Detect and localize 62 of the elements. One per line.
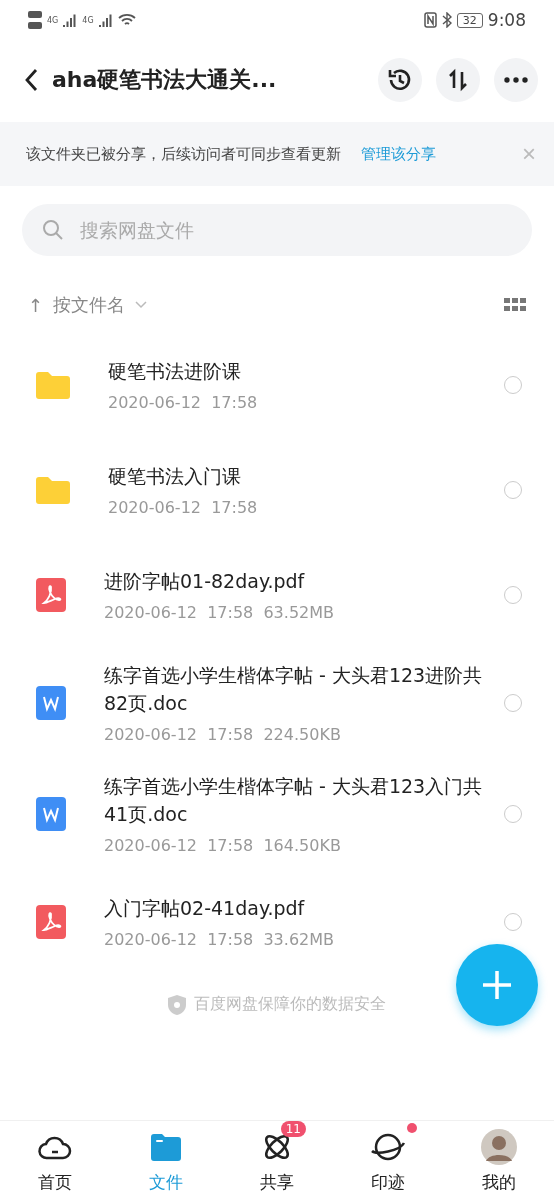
file-meta: 2020-06-12 17:58 224.50KB [104, 725, 342, 744]
signal-icon [63, 13, 78, 27]
grid-view-icon[interactable] [504, 298, 526, 312]
file-meta: 2020-06-12 17:58 33.62MB [104, 930, 336, 949]
history-icon [387, 67, 413, 93]
wifi-icon [117, 13, 136, 27]
file-meta: 2020-06-12 17:58 [108, 393, 259, 412]
folder-icon [36, 370, 70, 399]
share-notice-text: 该文件夹已被分享，后续访问者可同步查看更新 [26, 144, 341, 164]
file-meta: 2020-06-12 17:58 164.50KB [104, 836, 342, 855]
folder-icon [36, 475, 70, 504]
cloud-icon [38, 1134, 73, 1160]
shield-icon [168, 994, 186, 1015]
atom-icon [262, 1132, 292, 1162]
file-row[interactable]: 进阶字帖01-82day.pdf 2020-06-12 17:58 63.52MB [0, 546, 554, 651]
signal-icon [98, 13, 113, 27]
word-document-icon [36, 685, 66, 720]
sim-icon [28, 10, 42, 30]
file-name: 入门字帖02-41day.pdf [104, 896, 306, 921]
back-icon[interactable] [24, 68, 38, 92]
file-meta: 2020-06-12 17:58 [108, 498, 259, 517]
network-type: 4G [47, 15, 59, 25]
network-type: 4G [82, 15, 94, 25]
file-row[interactable]: 练字首选小学生楷体字帖 - 大头君123进阶共82页.doc 2020-06-12 17:58 224.50KB [0, 651, 554, 762]
word-document-icon [36, 796, 66, 831]
nav-tab[interactable]: 我的 [443, 1121, 554, 1200]
security-note: 百度网盘保障你的数据安全 [194, 994, 386, 1015]
file-name: 练字首选小学生楷体字帖 - 大头君123入门共41页.doc [104, 774, 484, 827]
nav-tab[interactable]: 首页 [0, 1121, 111, 1200]
bluetooth-icon [441, 12, 452, 28]
nav-tab[interactable]: 11 共享 [221, 1121, 333, 1200]
nfc-icon [423, 12, 437, 28]
more-button[interactable] [494, 58, 538, 102]
file-row[interactable]: 练字首选小学生楷体字帖 - 大头君123入门共41页.doc 2020-06-12 17:58 164.50KB [0, 762, 554, 873]
add-button[interactable] [456, 944, 538, 1026]
file-meta: 2020-06-12 17:58 63.52MB [104, 603, 336, 622]
folder-title: aha硬笔书法大通关... [52, 66, 278, 94]
file-name: 硬笔书法入门课 [108, 464, 242, 489]
search-icon [42, 219, 64, 241]
avatar [480, 1129, 517, 1165]
file-row[interactable]: 入门字帖02-41day.pdf 2020-06-12 17:58 33.62MB [0, 873, 554, 978]
file-row[interactable]: 硬笔书法入门课 2020-06-12 17:58 [0, 441, 554, 546]
file-name: 进阶字帖01-82day.pdf [104, 569, 306, 594]
planet-icon [368, 1131, 407, 1163]
file-name: 硬笔书法进阶课 [108, 359, 242, 384]
battery-level: 32 [456, 12, 483, 28]
history-button[interactable] [378, 58, 422, 102]
clock: 9:08 [487, 10, 526, 30]
search-input[interactable]: 搜索网盘文件 [78, 218, 512, 242]
folder-icon [151, 1133, 182, 1161]
chevron-down-icon [135, 301, 148, 309]
search-bar[interactable]: 搜索网盘文件 [22, 204, 532, 256]
more-icon [504, 77, 528, 83]
sort-button[interactable]: ↑ 按文件名 [28, 293, 148, 317]
nav-tab[interactable]: 印迹 [332, 1121, 444, 1200]
count-badge: 11 [280, 1121, 306, 1137]
pdf-icon [36, 904, 66, 939]
transfer-button[interactable] [436, 58, 480, 102]
plus-icon [481, 969, 513, 1001]
pdf-icon [36, 577, 66, 612]
file-name: 练字首选小学生楷体字帖 - 大头君123进阶共82页.doc [104, 663, 484, 716]
file-row[interactable]: 硬笔书法进阶课 2020-06-12 17:58 [0, 336, 554, 441]
